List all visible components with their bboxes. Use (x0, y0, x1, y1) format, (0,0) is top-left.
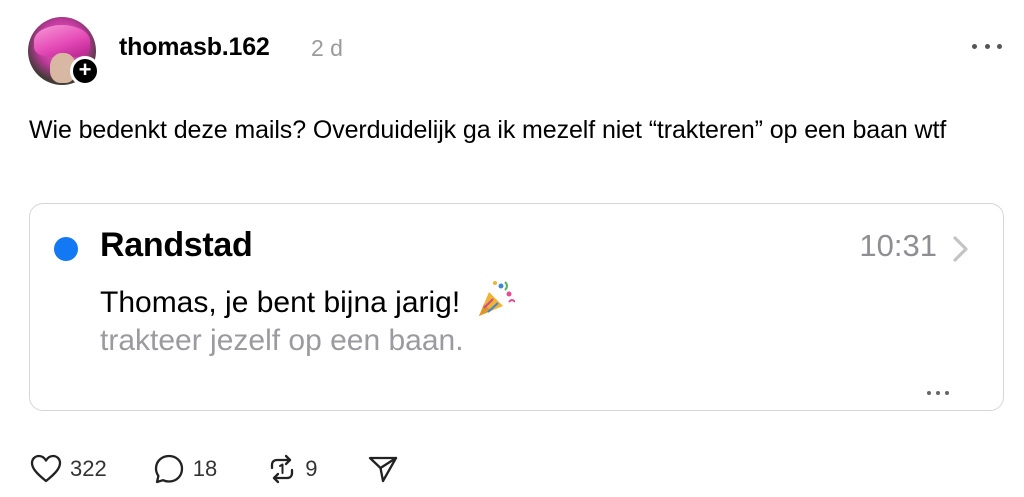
send-icon (369, 456, 398, 483)
repost-button[interactable]: 9 (267, 454, 317, 484)
card-more-icon (927, 390, 949, 396)
post-text: Wie bedenkt deze mails? Overduidelijk ga… (29, 116, 947, 144)
more-options-icon[interactable] (972, 36, 1002, 56)
email-subject-text: Thomas, je bent bijna jarig! (100, 286, 461, 319)
email-time: 10:31 (859, 228, 937, 263)
heart-icon (30, 454, 62, 483)
repost-count: 9 (305, 456, 318, 481)
like-button[interactable]: 322 (30, 454, 107, 484)
action-bar: 322 18 9 (30, 452, 399, 486)
follow-plus-icon[interactable]: + (70, 56, 100, 86)
post-timestamp: 2 d (311, 35, 343, 61)
share-button[interactable] (367, 454, 399, 484)
reply-count: 18 (192, 456, 218, 481)
username[interactable]: thomasb.162 (119, 33, 270, 62)
email-subject: Thomas, je bent bijna jarig! (100, 278, 515, 320)
unread-dot (54, 237, 78, 261)
like-count: 322 (70, 456, 107, 481)
speech-bubble-icon (154, 454, 183, 484)
reply-button[interactable]: 18 (153, 453, 217, 485)
email-preview: trakteer jezelf op een baan. (100, 324, 464, 357)
chevron-right-icon (953, 236, 968, 262)
email-sender: Randstad (100, 226, 253, 264)
party-popper-icon (478, 281, 515, 316)
email-screenshot-card[interactable]: Randstad 10:31 Thomas, je bent bijna jar… (29, 203, 1004, 411)
repost-icon (271, 454, 294, 484)
